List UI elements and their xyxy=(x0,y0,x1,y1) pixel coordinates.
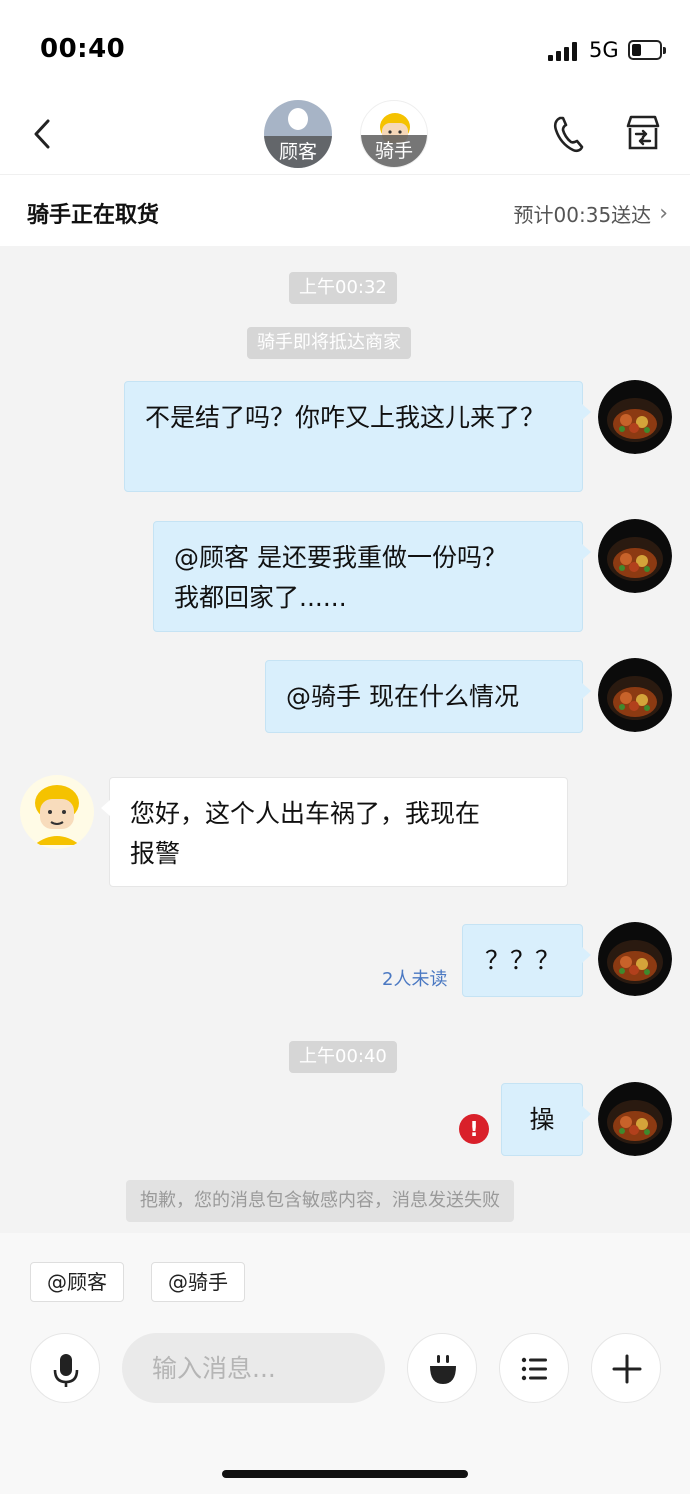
message-bubble[interactable]: @骑手 现在什么情况 xyxy=(265,660,591,733)
back-button[interactable] xyxy=(28,116,56,152)
message-bubble[interactable]: @顾客 是还要我重做一份吗？ 我都回家了...... xyxy=(153,521,591,632)
mention-rider-button[interactable]: @骑手 xyxy=(151,1262,245,1302)
list-icon xyxy=(521,1357,547,1381)
battery-icon xyxy=(628,40,666,60)
food-bowl-icon xyxy=(598,1082,672,1156)
merchant-avatar[interactable] xyxy=(598,658,672,732)
eta-text: 预计00:35送达 xyxy=(513,203,652,227)
mention-customer-button[interactable]: @顾客 xyxy=(30,1262,124,1302)
message-text-line: 报警 xyxy=(130,839,181,868)
chevron-right-icon: › xyxy=(659,201,668,226)
food-bowl-icon xyxy=(598,519,672,593)
chat-messages[interactable]: 上午00:32 骑手即将抵达商家 不是结了吗？你咋又上我这儿来了？ @顾客 是还… xyxy=(0,246,690,1233)
message-text-line: 您好，这个人出车祸了，我现在 xyxy=(130,799,481,828)
message-text: @骑手 现在什么情况 xyxy=(286,682,519,711)
merchant-avatar[interactable] xyxy=(598,380,672,454)
signal-icon xyxy=(548,41,580,61)
mention-bar: @顾客 @骑手 xyxy=(0,1233,690,1325)
list-button[interactable] xyxy=(499,1333,569,1403)
message-text: 操 xyxy=(529,1105,555,1134)
system-notice: 骑手即将抵达商家 xyxy=(247,327,411,359)
food-bowl-icon xyxy=(598,658,672,732)
back-icon xyxy=(34,119,50,149)
unread-count: 2人未读 xyxy=(382,969,448,990)
message-bubble[interactable]: 您好，这个人出车祸了，我现在 报警 xyxy=(101,777,568,887)
chat-header: 顾客 骑手 xyxy=(0,100,690,174)
emoji-button[interactable] xyxy=(407,1333,477,1403)
order-status-bar[interactable]: 骑手正在取货 预计00:35送达 › xyxy=(0,174,690,246)
merchant-avatar[interactable] xyxy=(598,519,672,593)
food-bowl-icon xyxy=(598,922,672,996)
order-status: 骑手正在取货 xyxy=(27,203,160,228)
timestamp: 上午00:32 xyxy=(289,272,397,304)
merchant-avatar[interactable] xyxy=(598,922,672,996)
message-text: 不是结了吗？你咋又上我这儿来了？ xyxy=(145,403,546,432)
rider-avatar[interactable]: 骑手 xyxy=(360,100,428,168)
shop-button[interactable] xyxy=(624,114,662,152)
send-failed-icon[interactable]: ! xyxy=(459,1114,489,1144)
status-bar: 00:40 5G xyxy=(0,0,690,100)
shop-icon xyxy=(626,115,660,150)
rider-face-icon xyxy=(34,785,80,845)
message-text-line: @顾客 是还要我重做一份吗？ xyxy=(174,543,507,572)
eta-link[interactable]: 预计00:35送达 › xyxy=(514,199,668,228)
input-bar xyxy=(0,1325,690,1494)
timestamp: 上午00:40 xyxy=(289,1041,397,1073)
network-label: 5G xyxy=(589,38,619,62)
customer-label: 顾客 xyxy=(264,136,332,168)
more-button[interactable] xyxy=(591,1333,661,1403)
message-bubble[interactable]: 不是结了吗？你咋又上我这儿来了？ xyxy=(124,381,591,492)
message-input[interactable] xyxy=(122,1333,385,1403)
message-text: ？？？ xyxy=(484,946,560,975)
message-bubble[interactable]: 操 xyxy=(501,1083,591,1156)
phone-icon xyxy=(553,116,584,153)
message-bubble[interactable]: ？？？ xyxy=(462,924,591,997)
customer-avatar[interactable]: 顾客 xyxy=(264,100,332,168)
mic-icon xyxy=(53,1354,79,1387)
failure-notice: 抱歉，您的消息包含敏感内容，消息发送失败 xyxy=(126,1180,514,1222)
voice-button[interactable] xyxy=(30,1333,100,1403)
status-time: 00:40 xyxy=(40,34,126,64)
rider-message-avatar[interactable] xyxy=(20,775,94,849)
food-bowl-icon xyxy=(598,380,672,454)
emoji-icon xyxy=(430,1355,456,1384)
message-text-line: 我都回家了...... xyxy=(174,583,347,612)
phone-button[interactable] xyxy=(550,114,586,154)
home-indicator[interactable] xyxy=(222,1470,468,1478)
plus-icon xyxy=(612,1354,642,1384)
rider-label: 骑手 xyxy=(361,135,427,167)
merchant-avatar[interactable] xyxy=(598,1082,672,1156)
